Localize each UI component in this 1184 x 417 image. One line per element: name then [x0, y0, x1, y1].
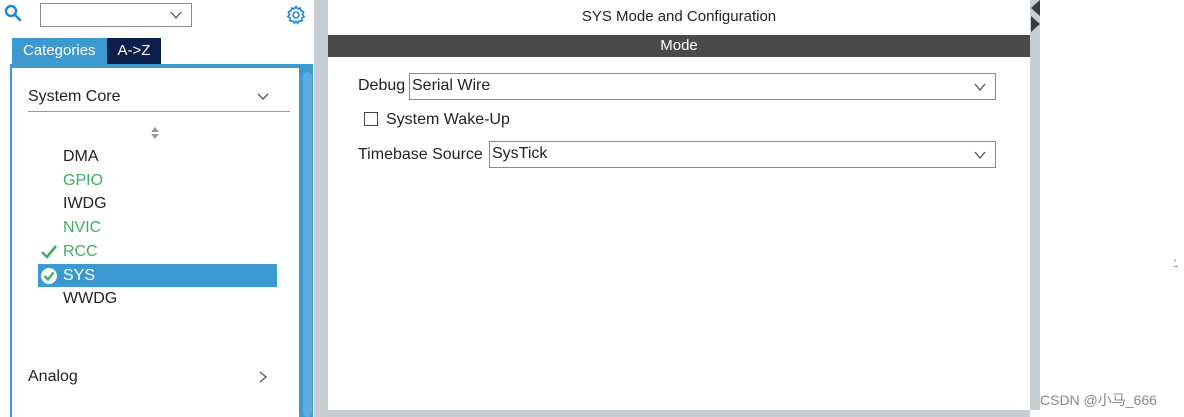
system-wakeup-checkbox[interactable]: [364, 112, 378, 126]
list-item-iwdg[interactable]: IWDG: [38, 192, 277, 215]
panel-splitter-right[interactable]: [1030, 0, 1040, 410]
chevron-down-icon: [257, 93, 269, 100]
group-label: System Core: [28, 88, 121, 105]
system-wakeup-label: System Wake-Up: [386, 111, 510, 128]
list-item-dma[interactable]: DMA: [38, 145, 277, 168]
group-label: Analog: [28, 368, 78, 385]
item-label: SYS: [63, 267, 96, 284]
list-item-wwdg[interactable]: WWDG: [38, 287, 277, 310]
tab-a-to-z[interactable]: A->Z: [106, 38, 162, 64]
sort-icon[interactable]: [149, 126, 161, 140]
gear-icon[interactable]: [286, 5, 306, 25]
chevron-down-icon[interactable]: [169, 8, 183, 22]
timebase-value: SysTick: [492, 145, 548, 162]
debug-select[interactable]: Serial Wire: [409, 73, 996, 100]
group-analog[interactable]: Analog: [28, 362, 280, 392]
watermark: CSDN @小马_666: [1040, 392, 1157, 408]
list-item-rcc[interactable]: RCC: [38, 240, 277, 263]
check-circle-icon: [41, 268, 57, 284]
list-item-gpio[interactable]: GPIO: [38, 169, 277, 192]
timebase-label: Timebase Source: [358, 146, 483, 163]
chevron-right-icon: [259, 371, 268, 383]
timebase-select[interactable]: SysTick: [489, 141, 996, 168]
search-icon[interactable]: [4, 4, 22, 22]
item-label: WWDG: [63, 290, 118, 307]
mini-preview: ▪ ▪▪: [1174, 258, 1178, 270]
category-tabs: Categories A->Z: [12, 38, 162, 64]
divider: [28, 111, 290, 112]
chevron-down-icon: [974, 151, 986, 160]
tab-categories[interactable]: Categories: [12, 38, 107, 64]
list-item-nvic[interactable]: NVIC: [38, 216, 277, 239]
item-label: NVIC: [63, 219, 102, 236]
item-label: RCC: [63, 243, 98, 260]
item-label: DMA: [63, 148, 99, 165]
panel-border: [328, 410, 1030, 417]
item-label: IWDG: [63, 195, 107, 212]
chevron-down-icon: [974, 83, 986, 92]
debug-label: Debug: [358, 77, 406, 94]
group-system-core[interactable]: System Core: [28, 82, 280, 112]
config-panel: SYS Mode and Configuration Mode Debug Se…: [328, 0, 1030, 410]
item-label: GPIO: [63, 172, 104, 189]
check-icon: [41, 245, 58, 259]
sidebar: Categories A->Z System Core DMA GPIO IWD…: [0, 0, 314, 417]
panel-splitter[interactable]: [314, 0, 328, 417]
page-title: SYS Mode and Configuration: [581, 8, 777, 25]
debug-value: Serial Wire: [412, 77, 491, 94]
scrollbar[interactable]: [303, 72, 312, 417]
collapse-arrow-icon[interactable]: [1031, 0, 1040, 34]
section-header-mode: Mode: [328, 35, 1030, 57]
list-item-sys[interactable]: SYS: [38, 264, 277, 287]
search-input[interactable]: [40, 3, 192, 27]
